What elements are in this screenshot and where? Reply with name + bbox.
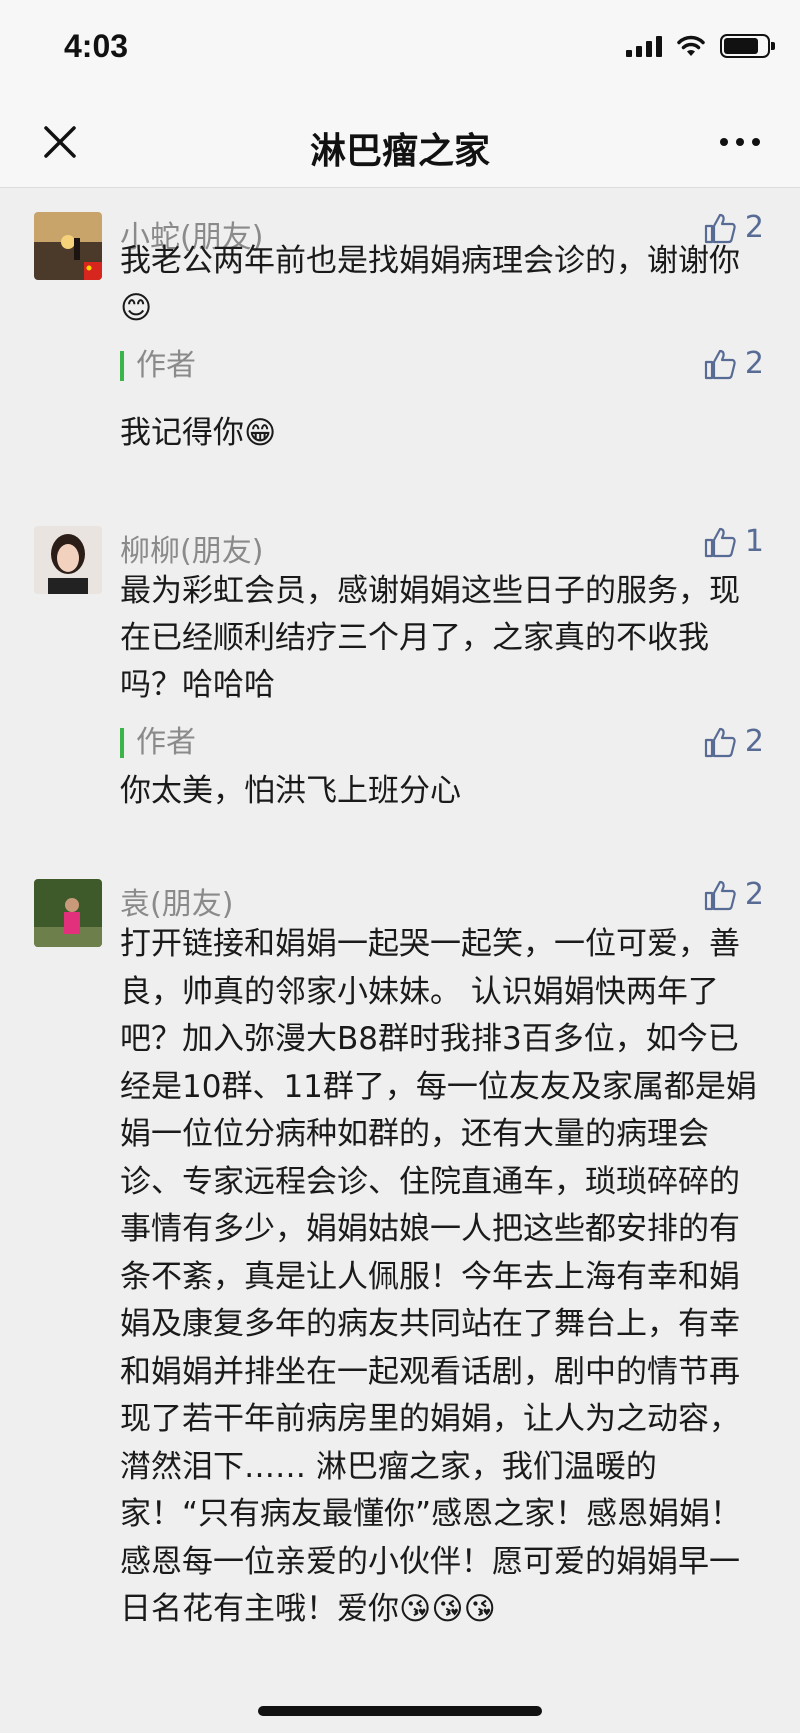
- comment-text: 我老公两年前也是找娟娟病理会诊的，谢谢你😊: [120, 243, 740, 326]
- author-label: 作者: [120, 351, 196, 381]
- like-count: 1: [744, 524, 764, 559]
- battery-icon: [720, 34, 775, 58]
- avatar[interactable]: [34, 879, 102, 947]
- commenter-name: 柳柳(朋友): [120, 534, 264, 569]
- reply-text: 你太美，怕洪飞上班分心: [120, 773, 461, 809]
- status-icons: [626, 34, 775, 58]
- author-label: 作者: [120, 728, 196, 758]
- reply-text: 我记得你😁: [120, 415, 277, 451]
- wifi-icon: [677, 35, 705, 56]
- reply-like-button[interactable]: 2: [703, 724, 764, 759]
- comment-text: 最为彩虹会员，感谢娟娟这些日子的服务，现在已经顺利结疗三个月了，之家真的不收我吗…: [120, 573, 740, 703]
- nav-bar: 淋巴瘤之家: [0, 100, 800, 188]
- like-button[interactable]: 1: [703, 524, 764, 559]
- status-time: 4:03: [64, 28, 129, 64]
- avatar[interactable]: [34, 526, 102, 594]
- like-button[interactable]: 2: [703, 877, 764, 912]
- like-count: 2: [744, 724, 764, 759]
- thumbs-up-icon: [704, 527, 736, 557]
- reply-like-button[interactable]: 2: [703, 346, 764, 381]
- status-bar: 4:03: [0, 0, 800, 100]
- like-count: 2: [744, 346, 764, 381]
- cellular-signal-icon: [626, 35, 662, 57]
- comment-text: 打开链接和娟娟一起哭一起笑，一位可爱，善良，帅真的邻家小妹妹。 认识娟娟快两年了…: [120, 926, 757, 1627]
- more-icon[interactable]: [720, 138, 760, 146]
- commenter-name: 袁(朋友): [120, 887, 234, 922]
- avatar[interactable]: [34, 212, 102, 280]
- thumbs-up-icon: [704, 349, 736, 379]
- page-title: 淋巴瘤之家: [309, 131, 490, 172]
- thumbs-up-icon: [704, 727, 736, 757]
- thumbs-up-icon: [704, 880, 736, 910]
- like-count: 2: [744, 877, 764, 912]
- home-indicator[interactable]: [258, 1706, 542, 1716]
